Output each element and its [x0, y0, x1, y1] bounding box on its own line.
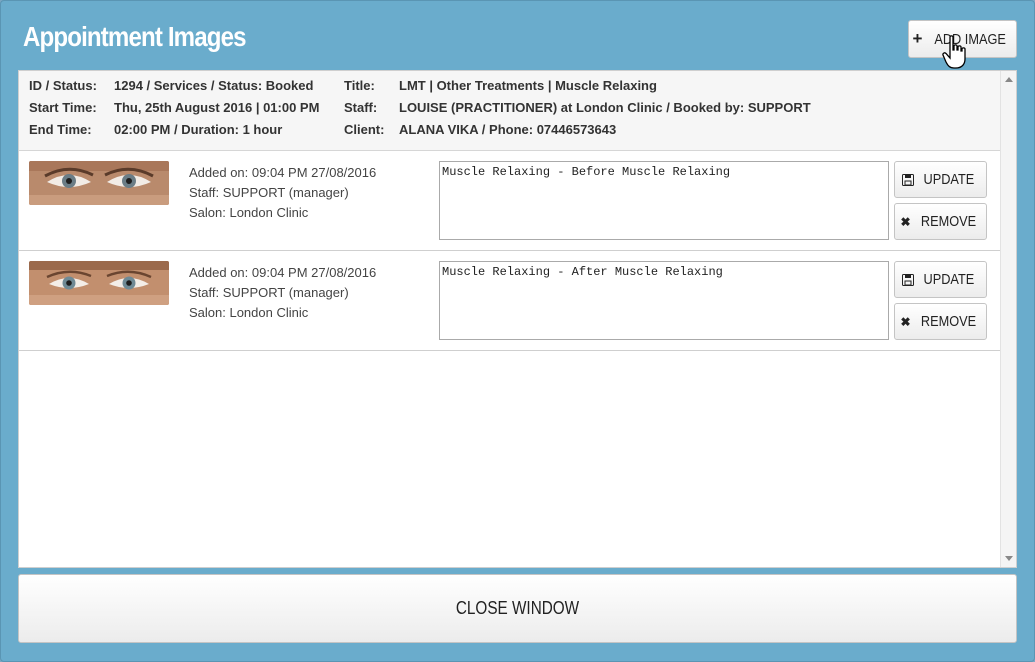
remove-button[interactable]: ✖ REMOVE	[894, 303, 987, 340]
close-window-label: CLOSE WINDOW	[455, 598, 580, 618]
floppy-disk-icon	[902, 273, 915, 286]
update-button[interactable]: UPDATE	[894, 261, 987, 298]
close-window-button[interactable]: CLOSE WINDOW	[18, 574, 1017, 643]
staff-value: LOUISE (PRACTITIONER) at London Clinic /…	[399, 100, 811, 115]
end-time-value: 02:00 PM / Duration: 1 hour	[114, 122, 283, 137]
staff-text: Staff: SUPPORT (manager)	[189, 285, 349, 300]
update-label: UPDATE	[923, 171, 975, 188]
eyes-photo-thumbnail[interactable]	[29, 161, 169, 205]
id-status-value: 1294 / Services / Status: Booked	[114, 78, 314, 93]
remove-button[interactable]: ✖ REMOVE	[894, 203, 987, 240]
update-label: UPDATE	[923, 271, 975, 288]
added-on-text: Added on: 09:04 PM 27/08/2016	[189, 265, 377, 280]
start-time-label: Start Time:	[29, 100, 97, 115]
panel-scrollbar[interactable]	[1000, 71, 1016, 567]
salon-text: Salon: London Clinic	[189, 205, 309, 220]
appointment-images-modal: Appointment Images + ADD IMAGE ID / Stat…	[0, 0, 1035, 662]
scroll-down-arrow-icon[interactable]	[1005, 556, 1013, 561]
end-time-label: End Time:	[29, 122, 92, 137]
appointment-info: ID / Status: 1294 / Services / Status: B…	[19, 71, 1000, 151]
salon-text: Salon: London Clinic	[189, 305, 309, 320]
id-status-label: ID / Status:	[29, 78, 97, 93]
add-image-label: ADD IMAGE	[934, 30, 1007, 48]
modal-title: Appointment Images	[23, 21, 247, 52]
client-value: ALANA VIKA / Phone: 07446573643	[399, 122, 617, 137]
staff-label: Staff:	[344, 100, 378, 115]
update-button[interactable]: UPDATE	[894, 161, 987, 198]
plus-icon: +	[912, 29, 923, 48]
close-icon: ✖	[900, 314, 911, 329]
eyes-photo-thumbnail[interactable]	[29, 261, 169, 305]
client-label: Client:	[344, 122, 385, 137]
floppy-disk-icon	[902, 173, 915, 186]
image-meta: Added on: 09:04 PM 27/08/2016 Staff: SUP…	[189, 263, 376, 323]
image-note-field[interactable]: Muscle Relaxing - After Muscle Relaxing	[439, 261, 889, 340]
close-icon: ✖	[900, 214, 911, 229]
title-value: LMT | Other Treatments | Muscle Relaxing	[399, 78, 657, 93]
remove-label: REMOVE	[920, 313, 976, 330]
remove-label: REMOVE	[920, 213, 976, 230]
images-panel: ID / Status: 1294 / Services / Status: B…	[18, 70, 1017, 568]
add-image-button[interactable]: + ADD IMAGE	[908, 20, 1017, 58]
image-meta: Added on: 09:04 PM 27/08/2016 Staff: SUP…	[189, 163, 376, 223]
title-label: Title:	[344, 78, 375, 93]
scroll-up-arrow-icon[interactable]	[1005, 77, 1013, 82]
image-row: Added on: 09:04 PM 27/08/2016 Staff: SUP…	[19, 251, 1000, 351]
image-row: Added on: 09:04 PM 27/08/2016 Staff: SUP…	[19, 151, 1000, 251]
image-note-field[interactable]: Muscle Relaxing - Before Muscle Relaxing	[439, 161, 889, 240]
added-on-text: Added on: 09:04 PM 27/08/2016	[189, 165, 377, 180]
start-time-value: Thu, 25th August 2016 | 01:00 PM	[114, 100, 320, 115]
staff-text: Staff: SUPPORT (manager)	[189, 185, 349, 200]
